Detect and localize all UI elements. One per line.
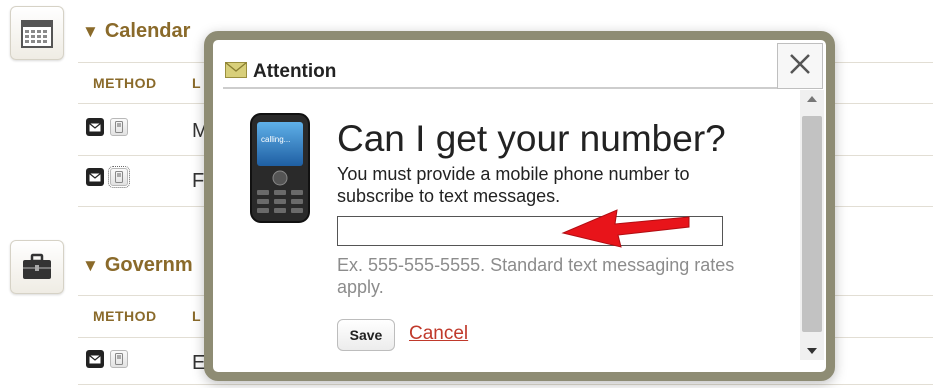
sms-method-icon[interactable] [110,118,128,136]
column-header-list: L [192,308,202,324]
table-row [86,118,128,136]
dialog-title: Attention [253,61,337,82]
collapse-triangle-icon[interactable]: ▼ [82,22,99,41]
table-row [86,350,128,368]
red-arrow-annotation [561,197,691,254]
dialog-description: You must provide a mobile phone number t… [337,164,690,206]
cancel-link[interactable]: Cancel [409,323,468,345]
sms-method-icon[interactable] [110,350,128,368]
scroll-up-arrow-icon[interactable] [800,90,824,108]
save-button[interactable]: Save [337,319,395,351]
close-icon[interactable] [788,52,812,81]
envelope-icon [225,61,247,83]
input-hint: Ex. 555-555-5555. Standard text messagin… [337,255,735,297]
mobile-phone-image: calling... [249,112,311,229]
collapse-triangle-icon[interactable]: ▼ [82,256,99,275]
table-row [86,166,130,188]
row-name[interactable]: F [192,170,204,193]
calendar-icon [10,6,64,60]
title-separator [223,87,823,89]
sms-method-icon[interactable] [108,166,130,188]
scroll-down-arrow-icon[interactable] [800,342,824,360]
email-method-icon[interactable] [86,350,104,368]
briefcase-icon [10,240,64,294]
section-title-government[interactable]: ▼ Governm [82,254,193,277]
column-header-method: METHOD [93,308,157,324]
column-header-method: METHOD [93,75,157,91]
scroll-thumb[interactable] [802,116,822,332]
dialog-scrollbar[interactable] [800,90,824,360]
column-header-list: L [192,75,202,91]
email-method-icon[interactable] [86,168,104,186]
close-button[interactable] [777,43,823,89]
phone-screen-text: calling... [261,135,290,144]
attention-dialog: Attention calling... Can I get your numb… [204,31,835,381]
email-method-icon[interactable] [86,118,104,136]
section-title-calendar[interactable]: ▼ Calendar [82,20,190,43]
dialog-titlebar: Attention [225,59,780,85]
dialog-heading: Can I get your number? [337,118,726,159]
divider [78,384,933,385]
